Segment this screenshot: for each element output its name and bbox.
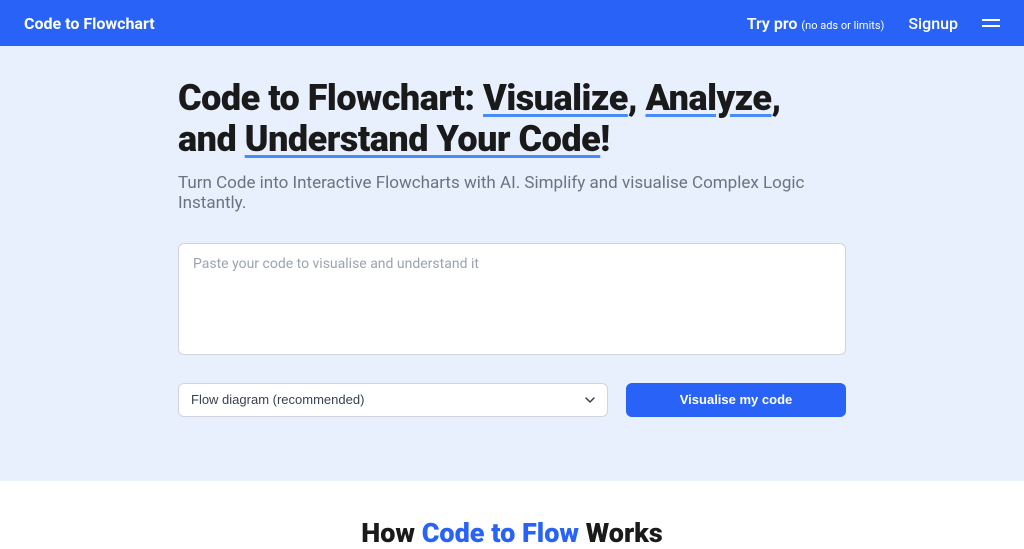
hero-title-end: ! [600,118,609,160]
try-pro-note: (no ads or limits) [801,19,884,32]
hero-title-underline-3: Understand Your Code [245,118,601,160]
hero-title-underline-1: Visualize [483,77,628,119]
how-it-works-section: How Code to Flow Works [0,481,1024,549]
try-pro-label: Try pro [747,14,798,33]
hero-title: Code to Flowchart: Visualize, Analyze, a… [178,78,846,161]
diagram-select-wrap: Flow diagram (recommended) [178,383,608,417]
how-title-pre: How [361,517,421,549]
how-title-post: Works [579,517,663,549]
diagram-select[interactable]: Flow diagram (recommended) [178,383,608,417]
visualise-button[interactable]: Visualise my code [626,383,846,417]
hero-title-pre: Code to Flowchart: [178,77,483,119]
brand-title[interactable]: Code to Flowchart [24,14,155,33]
how-it-works-title: How Code to Flow Works [0,517,1024,549]
code-input[interactable] [178,243,846,355]
header-right: Try pro(no ads or limits) Signup [747,14,1000,33]
hero-title-sep1: , [628,77,646,119]
menu-icon[interactable] [982,19,1000,27]
header: Code to Flowchart Try pro(no ads or limi… [0,0,1024,46]
main-content: Code to Flowchart: Visualize, Analyze, a… [0,46,1024,417]
signup-link[interactable]: Signup [908,14,958,33]
how-title-highlight: Code to Flow [422,517,579,549]
controls-row: Flow diagram (recommended) Visualise my … [178,383,846,417]
hero-subtitle: Turn Code into Interactive Flowcharts wi… [178,173,846,213]
hero-title-underline-2: Analyze [645,77,771,119]
try-pro-link[interactable]: Try pro(no ads or limits) [747,14,885,33]
